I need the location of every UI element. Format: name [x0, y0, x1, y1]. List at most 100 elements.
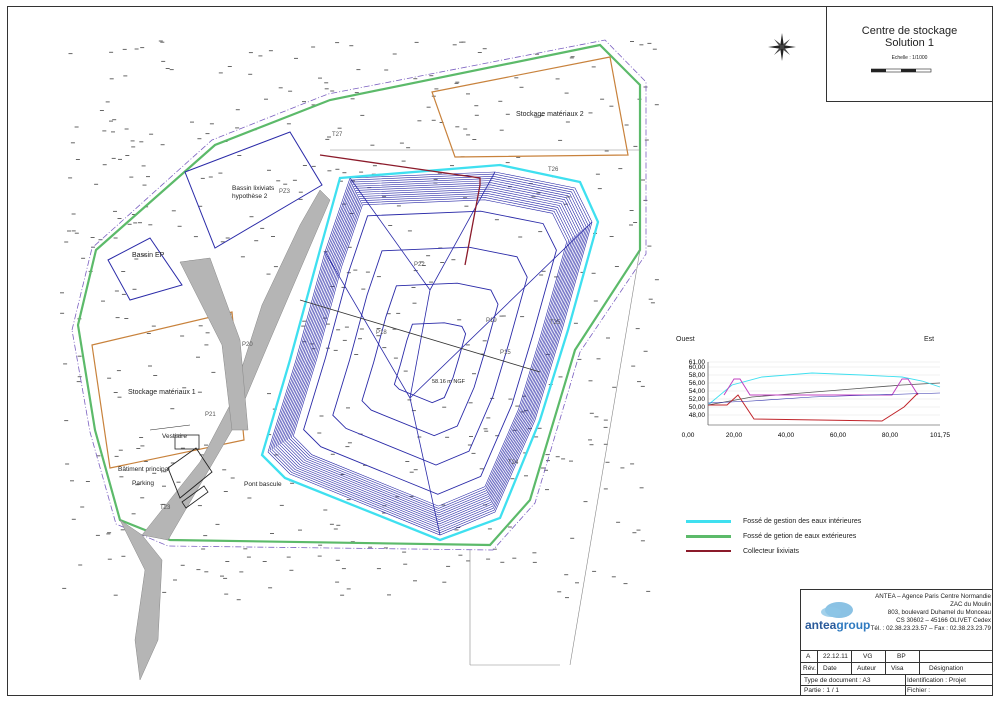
- partie: Partie : 1 / 1: [804, 687, 840, 694]
- survey-point: [376, 276, 381, 278]
- survey-point: [180, 564, 185, 566]
- survey-point: [409, 471, 414, 473]
- label-p18: P18: [376, 330, 387, 336]
- survey-point: [412, 302, 417, 304]
- survey-point: [262, 561, 267, 562]
- label-p15: P15: [500, 350, 511, 356]
- survey-point: [109, 120, 113, 122]
- label-stockage-2: Stockage matériaux 2: [516, 111, 584, 118]
- profile-x-tick: 101,75: [930, 432, 950, 439]
- label-pont-bascule: Pont bascule: [244, 481, 282, 488]
- survey-point: [405, 461, 410, 462]
- survey-point: [223, 491, 228, 492]
- survey-point: [268, 50, 273, 52]
- survey-point: [360, 114, 365, 116]
- survey-point: [516, 156, 521, 158]
- survey-point: [346, 499, 351, 501]
- survey-point: [413, 469, 418, 471]
- survey-point: [340, 594, 345, 596]
- survey-point: [335, 559, 340, 561]
- survey-point: [455, 81, 460, 83]
- survey-point: [413, 78, 418, 80]
- cell-contour: [283, 188, 577, 518]
- survey-point: [596, 358, 601, 360]
- survey-point: [248, 52, 253, 54]
- label-t27: T27: [332, 132, 343, 138]
- survey-point: [505, 162, 510, 164]
- survey-point: [484, 430, 489, 432]
- survey-point: [68, 177, 73, 179]
- survey-point: [514, 77, 519, 79]
- survey-point: [62, 587, 67, 589]
- survey-point: [372, 165, 377, 167]
- profile-y-tick: 50,00: [689, 404, 706, 411]
- survey-point: [205, 133, 210, 135]
- survey-point: [479, 468, 484, 470]
- survey-point: [65, 463, 70, 465]
- survey-point: [486, 417, 491, 419]
- survey-point: [508, 398, 513, 400]
- company-info: ANTEA – Agence Paris Centre Normandie ZA…: [863, 593, 991, 633]
- survey-point: [518, 236, 523, 238]
- survey-point: [417, 120, 422, 122]
- survey-point: [347, 442, 352, 444]
- survey-point: [454, 82, 459, 84]
- address-line-1: ZAC du Moulin: [950, 601, 991, 608]
- logo-text-antea: antea: [805, 618, 837, 632]
- survey-point: [162, 591, 167, 593]
- survey-point: [350, 98, 355, 100]
- survey-point: [465, 344, 470, 346]
- date-value: 22.12.11: [823, 653, 848, 660]
- survey-point: [335, 168, 340, 170]
- survey-point: [637, 381, 641, 383]
- survey-point: [76, 381, 81, 383]
- survey-point: [382, 347, 387, 349]
- survey-point: [266, 273, 271, 275]
- survey-point: [67, 230, 71, 232]
- survey-point: [505, 113, 510, 115]
- author-value: VG: [863, 653, 873, 660]
- survey-point: [486, 558, 491, 560]
- survey-point: [124, 128, 129, 130]
- survey-point: [162, 485, 166, 487]
- survey-point: [445, 436, 450, 438]
- scale-text: Echelle : 1/1000: [891, 55, 928, 61]
- survey-point: [413, 580, 417, 582]
- survey-point: [111, 157, 116, 159]
- survey-point: [310, 343, 315, 345]
- survey-point: [160, 144, 165, 146]
- survey-point: [632, 532, 637, 534]
- survey-point: [561, 458, 566, 460]
- survey-point: [620, 467, 625, 469]
- survey-point: [342, 172, 347, 174]
- survey-point: [396, 312, 401, 314]
- survey-point: [466, 134, 471, 136]
- survey-point: [218, 72, 223, 74]
- survey-point: [356, 69, 361, 71]
- survey-point: [345, 446, 350, 448]
- label-t26: T26: [548, 167, 559, 173]
- survey-point: [130, 140, 135, 142]
- survey-point: [286, 123, 291, 125]
- survey-point: [648, 298, 653, 300]
- survey-point: [565, 121, 570, 123]
- survey-point: [609, 236, 614, 237]
- survey-point: [131, 146, 136, 148]
- survey-point: [204, 344, 209, 346]
- survey-point: [148, 224, 153, 226]
- survey-point: [292, 179, 297, 181]
- legend-item-collector: Collecteur lixiviats: [686, 545, 799, 557]
- survey-point: [569, 57, 574, 59]
- survey-point: [336, 329, 341, 331]
- survey-point: [384, 69, 389, 71]
- survey-point: [123, 75, 128, 77]
- survey-point: [64, 420, 69, 422]
- survey-point: [95, 534, 100, 536]
- survey-point: [630, 41, 634, 42]
- cell-ridge: [429, 171, 496, 291]
- survey-point: [116, 370, 121, 372]
- survey-point: [278, 87, 283, 89]
- survey-point: [153, 375, 158, 376]
- survey-point: [545, 353, 550, 355]
- survey-point: [227, 66, 232, 67]
